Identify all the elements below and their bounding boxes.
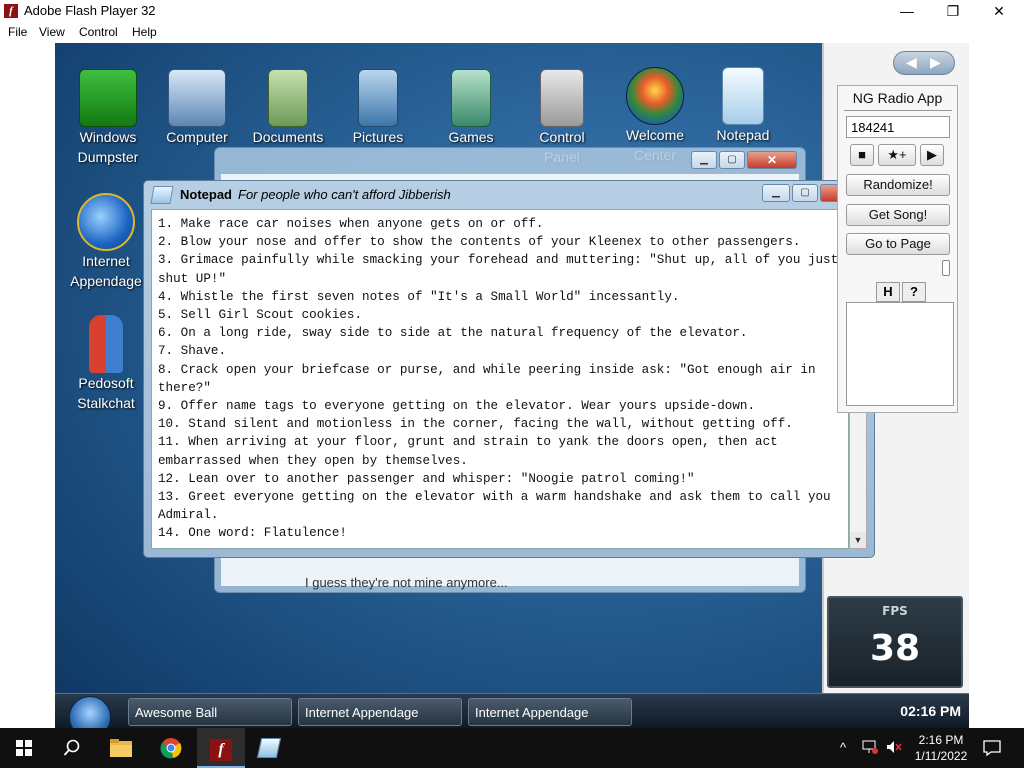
background-window-footer: I guess they're not mine anymore...: [305, 575, 508, 590]
ng-radio-panel: NG Radio App 184241 ■ ★+ ▶ Randomize! Ge…: [837, 85, 958, 413]
games-icon: [451, 69, 491, 127]
radio-title: NG Radio App: [852, 90, 943, 106]
desktop-icon-documents[interactable]: Documents: [243, 69, 333, 147]
system-clock[interactable]: 2:16 PM 1/11/2022: [910, 732, 972, 764]
notepad-line: 5. Sell Girl Scout cookies.: [158, 308, 363, 323]
notepad-title: Notepad For people who can't afford Jibbe…: [180, 187, 451, 202]
notepad-line: 1. Make race car noises when anyone gets…: [158, 217, 544, 231]
notepad-line: 12. Lean over to another passenger and w…: [158, 471, 695, 486]
get-song-button[interactable]: Get Song!: [846, 204, 950, 226]
desktop-icon-computer[interactable]: Computer: [152, 69, 242, 147]
taskbar-button-internet-appendage[interactable]: Internet Appendage: [298, 698, 462, 726]
notepad-line: 9. Offer name tags to everyone getting o…: [158, 399, 756, 414]
notepad-app-name: Notepad: [180, 187, 232, 202]
notepad-maximize-button[interactable]: ▢: [792, 184, 818, 202]
menu-file[interactable]: File: [8, 25, 27, 39]
chrome-icon[interactable]: [147, 728, 195, 768]
taskbar-button-internet-appendage-2[interactable]: Internet Appendage: [468, 698, 632, 726]
minimize-button[interactable]: —: [884, 0, 930, 22]
nav-back-button[interactable]: ◀: [906, 54, 917, 71]
bg-minimize-button[interactable]: ▁: [691, 151, 717, 169]
desktop-icon-stalkchat[interactable]: Pedosoft Stalkchat: [61, 315, 151, 413]
play-button[interactable]: ▶: [920, 144, 944, 166]
control-panel-icon: [540, 69, 584, 127]
notepad-line: 3. Grimace painfully while smacking your…: [158, 253, 839, 286]
bg-maximize-button[interactable]: ▢: [719, 151, 745, 169]
volume-icon[interactable]: [886, 740, 902, 757]
stalkchat-icon: [89, 315, 123, 373]
notepad-line: 2. Blow your nose and offer to show the …: [158, 235, 801, 250]
notepad-line: 14. One word: Flatulence!: [158, 526, 347, 541]
pictures-icon: [358, 69, 398, 127]
file-explorer-icon[interactable]: [97, 728, 145, 768]
notepad-text-area[interactable]: 1. Make race car noises when anyone gets…: [151, 209, 849, 549]
notepad-minimize-button[interactable]: ▁: [762, 184, 790, 202]
notepad-line: 11. When arriving at your floor, grunt a…: [158, 435, 786, 468]
flash-icon: f: [4, 4, 18, 18]
start-orb-icon[interactable]: [69, 696, 111, 728]
welcome-center-icon: [626, 67, 684, 125]
fps-counter: FPS 38: [827, 596, 963, 688]
desktop-icon-notepad[interactable]: Notepad: [698, 67, 788, 145]
notepad-line: 13. Greet everyone getting on the elevat…: [158, 490, 839, 523]
tray-chevron-icon[interactable]: ^: [840, 740, 846, 755]
radio-title-underline: [844, 110, 952, 111]
desktop-icon-dumpster[interactable]: Windows Dumpster: [63, 69, 153, 167]
desktop-icon-games[interactable]: Games: [426, 69, 516, 147]
taskbar-button-awesome-ball[interactable]: Awesome Ball: [128, 698, 292, 726]
notepad-line: 8. Crack open your briefcase or purse, a…: [158, 362, 824, 395]
notepad-taskbar-icon[interactable]: [245, 728, 293, 768]
notepad-window[interactable]: Notepad For people who can't afford Jibbe…: [143, 180, 875, 558]
stop-button[interactable]: ■: [850, 144, 874, 166]
window-title: Adobe Flash Player 32: [24, 3, 156, 18]
bg-close-button[interactable]: ✕: [747, 151, 797, 169]
window-titlebar: f Adobe Flash Player 32 — ❐ ✕: [0, 0, 1024, 22]
notepad-window-icon: [150, 186, 174, 204]
windows-start-icon[interactable]: [0, 728, 48, 768]
dumpster-icon: [79, 69, 137, 127]
notepad-line: 10. Stand silent and motionless in the c…: [158, 417, 793, 432]
scroll-down-arrow[interactable]: ▼: [850, 532, 866, 548]
network-icon[interactable]: [862, 740, 878, 757]
search-icon[interactable]: [48, 728, 96, 768]
flash-player-taskbar-icon[interactable]: f: [197, 728, 245, 768]
close-button[interactable]: ✕: [976, 0, 1022, 22]
system-time: 2:16 PM: [918, 733, 964, 747]
menubar: File View Control Help: [0, 22, 1024, 42]
randomize-button[interactable]: Randomize!: [846, 174, 950, 196]
desktop-icon-pictures[interactable]: Pictures: [333, 69, 423, 147]
virtual-clock: 02:16 PM: [900, 703, 961, 719]
menu-view[interactable]: View: [39, 25, 65, 39]
system-date: 1/11/2022: [914, 749, 968, 763]
flash-stage: Windows Dumpster Computer Documents Pict…: [55, 43, 969, 728]
windows-taskbar: f ^ 2:16 PM 1/11/2022: [0, 728, 1024, 768]
internet-appendage-icon: [77, 193, 135, 251]
maximize-button[interactable]: ❐: [930, 0, 976, 22]
notepad-icon: [722, 67, 764, 125]
desktop-icon-internet-appendage[interactable]: Internet Appendage: [61, 193, 151, 291]
notifications-icon[interactable]: [968, 728, 1016, 768]
notepad-subtitle: For people who can't afford Jibberish: [238, 187, 451, 202]
volume-slider[interactable]: [942, 260, 950, 276]
notepad-line: 4. Whistle the first seven notes of "It'…: [158, 289, 680, 304]
tab-history[interactable]: H: [876, 282, 900, 302]
documents-icon: [268, 69, 308, 127]
nav-forward-button[interactable]: ▶: [930, 54, 941, 71]
fps-value: 38: [869, 628, 921, 669]
favorite-button[interactable]: ★+: [878, 144, 916, 166]
fps-label: FPS: [882, 604, 908, 618]
song-id-input[interactable]: 184241: [846, 116, 950, 138]
menu-help[interactable]: Help: [132, 25, 157, 39]
tab-help[interactable]: ?: [902, 282, 926, 302]
go-to-page-button[interactable]: Go to Page: [846, 233, 950, 255]
menu-control[interactable]: Control: [79, 25, 118, 39]
virtual-taskbar: Awesome Ball Internet Appendage Internet…: [55, 693, 969, 728]
computer-icon: [168, 69, 226, 127]
notepad-line: 6. On a long ride, sway side to side at …: [158, 326, 748, 341]
radio-song-list[interactable]: [846, 302, 954, 406]
nav-arrows: ◀ ▶: [893, 51, 955, 75]
notepad-line: 7. Shave.: [158, 344, 227, 359]
